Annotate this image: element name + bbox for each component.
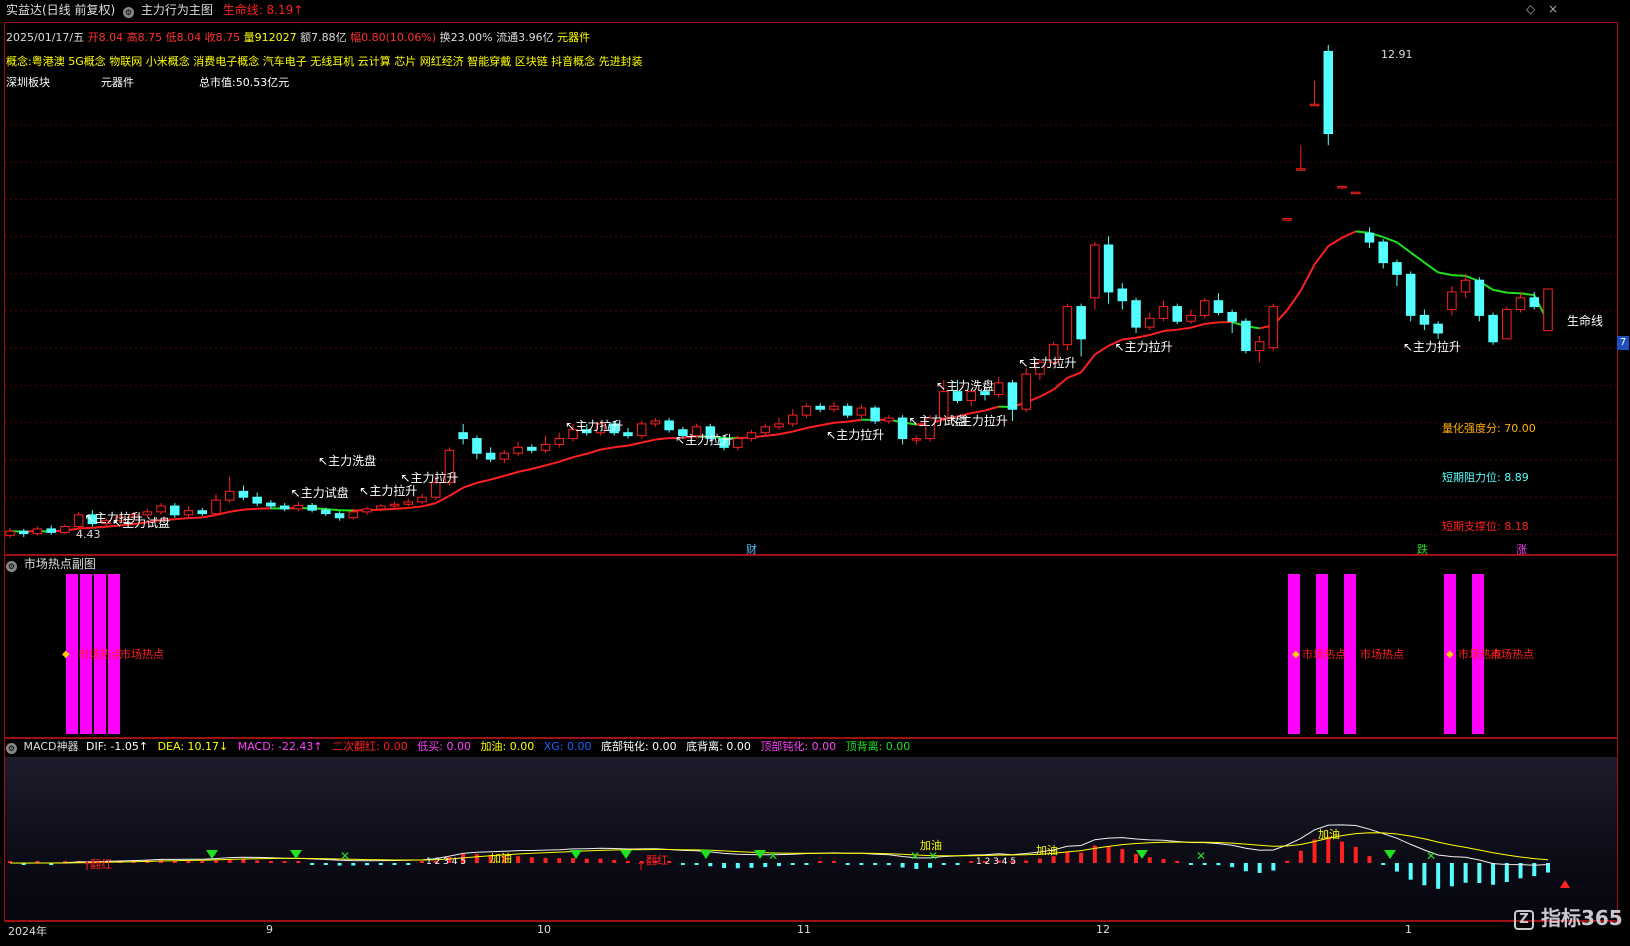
chevron-up-down-icon[interactable]: ◇ [1526,2,1535,16]
price-min-label: 4.43 [76,528,101,541]
right-scroll-tab[interactable]: 7 [1617,336,1629,350]
time-label-jan: 1 [1405,923,1412,936]
resistance-label: 短期阻力位: 8.89 [1442,471,1529,484]
time-label-oct: 10 [537,923,551,936]
macd-red-mark-1: 翻红 [90,858,112,871]
main-chart-header: 实益达(日线 前复权) ⚙ 主力行为主图 生命线: 8.19↑ [6,1,303,19]
stock-title[interactable]: 实益达(日线 前复权) [6,3,115,17]
time-label-year: 2024年 [8,925,47,938]
macd-refuel-mark-1: 加油 [490,852,512,865]
lifeline-value: 生命线: 8.19↑ [222,3,304,17]
support-label: 短期支撑位: 8.18 [1442,520,1529,533]
macd-bottom-div: 底背离: 0.00 [686,740,751,753]
macd-refuel-mark-4: 加油 [1318,828,1340,841]
watermark-logo: Z 指标365 [1514,902,1623,931]
macd-numbers-1: 1 2 3 4 5 [426,857,467,867]
watermark-text: 指标365 [1540,906,1623,930]
macd-second-red: 二次翻红: 0.00 [332,740,408,753]
macd-refuel: 加油: 0.00 [480,740,535,753]
macd-title[interactable]: MACD神器 [24,740,79,753]
time-label-nov: 11 [797,923,811,936]
hotspot-panel-header: ⚙ 市场热点副图 [6,555,96,573]
strength-score-label: 量化强度分: 70.00 [1442,422,1536,435]
macd-low-buy: 低买: 0.00 [417,740,471,753]
hotspot-label-1: 市场热点 [78,648,122,661]
settings-icon[interactable]: ⚙ [6,743,17,754]
hotspot-panel-title[interactable]: 市场热点副图 [24,557,96,571]
hotspot-label-6: 市场热点 [1490,648,1534,661]
macd-dif: DIF: -1.05↑ [85,740,149,753]
lifeline-end-label: 生命线 [1567,314,1604,328]
macd-red-mark-2: 翻红 [646,854,668,867]
macd-bottom-blunt: 底部钝化: 0.00 [600,740,677,753]
price-max-label: 12.91 [1381,48,1413,61]
time-label-dec: 12 [1096,923,1110,936]
macd-top-blunt: 顶部钝化: 0.00 [760,740,837,753]
macd-panel-header: ⚙ MACD神器 DIF: -1.05↑ DEA: 10.17↓ MACD: -… [6,738,910,756]
close-icon[interactable]: × [1548,2,1558,16]
macd-numbers-2: 1 2 3 4 5 [976,857,1017,867]
macd-blue-item: XG: 0.00 [543,740,592,753]
settings-icon[interactable]: ⚙ [6,561,17,572]
settings-icon[interactable]: ⚙ [123,7,135,18]
macd-panel-bg [5,757,1617,920]
macd-top-div: 顶背离: 0.00 [845,740,911,753]
hotspot-label-3: 市场热点 [1302,648,1346,661]
indicator-title[interactable]: 主力行为主图 [141,3,213,17]
main-chart-frame [4,22,1618,555]
macd-refuel-mark-3: 加油 [1036,844,1058,857]
watermark-icon: Z [1514,910,1534,930]
hotspot-label-4: 市场热点 [1360,648,1404,661]
time-axis [4,921,1618,937]
macd-refuel-mark-2: 加油 [920,839,942,852]
macd-value: MACD: -22.43↑ [237,740,323,753]
time-label-sep: 9 [266,923,273,936]
hotspot-label-2: 市场热点 [120,648,164,661]
macd-dea: DEA: 10.17↓ [157,740,229,753]
